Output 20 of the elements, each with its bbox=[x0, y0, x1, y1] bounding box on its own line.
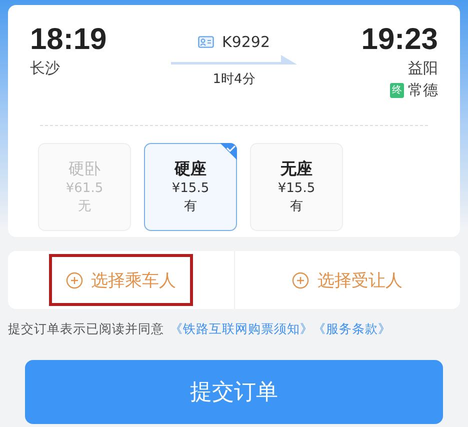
terms-link[interactable]: 《服务条款》 bbox=[313, 321, 391, 338]
train-number: K9292 bbox=[222, 33, 270, 51]
arrival-time: 19:23 bbox=[361, 23, 438, 57]
terms-text: 提交订单表示已阅读并同意 bbox=[8, 321, 164, 338]
plus-circle-icon bbox=[292, 272, 310, 288]
check-icon bbox=[220, 143, 237, 160]
terminal-badge: 终 bbox=[390, 82, 404, 98]
departure-time: 18:19 bbox=[30, 23, 107, 57]
submit-order-button[interactable]: 提交订单 bbox=[25, 360, 443, 424]
seat-option[interactable]: 硬座 ¥15.5 有 bbox=[144, 143, 237, 231]
terminal-station: 常德 bbox=[408, 80, 438, 101]
seat-option[interactable]: 无座 ¥15.5 有 bbox=[250, 143, 343, 231]
departure-station: 长沙 bbox=[30, 58, 60, 79]
duration: 1时4分 bbox=[212, 71, 256, 88]
add-person-button[interactable]: 选择受让人 bbox=[275, 254, 420, 306]
plus-circle-icon bbox=[66, 272, 83, 288]
id-card-icon bbox=[198, 36, 214, 48]
add-person-button[interactable]: 选择乘车人 bbox=[48, 254, 193, 306]
terms-link[interactable]: 《铁路互联网购票须知》 bbox=[170, 321, 313, 338]
arrival-station: 益阳 bbox=[408, 58, 438, 79]
